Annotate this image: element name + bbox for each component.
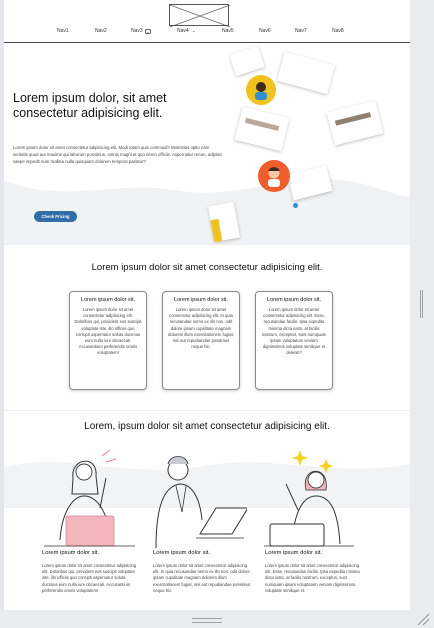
nav-item-8[interactable]: Nav8: [332, 28, 344, 34]
pricing-card[interactable]: Lorem ipsum dolor sit. Lorem ipsum dolor…: [255, 291, 333, 390]
nav-item-1[interactable]: Nav1: [57, 28, 69, 34]
card-body: Lorem ipsum dolor sit amet consectetur a…: [261, 307, 327, 356]
nav-label: Nav6: [259, 28, 271, 34]
chevron-down-icon[interactable]: ⌄: [144, 28, 151, 34]
card-title: Lorem ipsum dolor sit.: [173, 297, 229, 303]
dot-decoration: [293, 203, 298, 208]
vertical-resize-handle[interactable]: [420, 290, 423, 318]
nav-item-4[interactable]: Nav4 ⌄: [177, 28, 197, 34]
feature-body: Lorem ipsum dolor sit amet consectetur a…: [265, 563, 360, 593]
illustration-tile: [277, 51, 335, 95]
nav-label: Nav2: [95, 28, 107, 34]
feature-title: Lorem ipsum dolor sit.: [42, 550, 100, 556]
nav-divider: [4, 42, 410, 43]
user-avatar-icon: [246, 75, 276, 105]
card-title: Lorem ipsum dolor sit.: [266, 297, 322, 303]
left-gutter: [0, 0, 4, 610]
woman-laptop-illustration-icon: [44, 450, 135, 547]
nav-item-5[interactable]: Nav5: [222, 28, 234, 34]
illustration-tile: [229, 45, 265, 77]
nav-item-2[interactable]: Nav2: [95, 28, 107, 34]
check-pricing-button[interactable]: Check Pricing: [34, 211, 77, 222]
feature-title: Lorem ipsum dolor sit.: [265, 550, 323, 556]
pricing-card[interactable]: Lorem ipsum dolor sit. Lorem ipsum dolor…: [69, 291, 147, 390]
user-avatar-icon: [258, 160, 290, 192]
nav-label: Nav8: [332, 28, 344, 34]
page-frame: Nav1 Nav2 Nav3 ⌄ Nav4 ⌄ Nav5 Nav6 Nav7 Nav…: [0, 0, 410, 610]
feature-body: Lorem ipsum dolor sit amet consectetur a…: [42, 563, 137, 593]
card-body: Lorem ipsum dolor sit amet consectetur a…: [168, 307, 234, 350]
nav-label: Nav1: [57, 28, 69, 34]
hero-title: Lorem ipsum dolor, sit amet consectetur …: [13, 91, 167, 120]
man-laptop-illustration-icon: [155, 456, 247, 549]
card-illustration-icon: [326, 100, 384, 146]
nav-item-7[interactable]: Nav7: [295, 28, 307, 34]
feature-title: Lorem ipsum dolor sit.: [153, 550, 211, 556]
section-divider: [4, 244, 410, 245]
hero-body: Lorem ipsum dolor sit amet consectetur a…: [13, 145, 223, 164]
nav-item-6[interactable]: Nav6: [259, 28, 271, 34]
main-nav: Nav1 Nav2 Nav3 ⌄ Nav4 ⌄ Nav5 Nav6 Nav7 Nav…: [40, 28, 380, 38]
nav-label: Nav7: [295, 28, 307, 34]
section3-title: Lorem, ipsum dolor sit amet consectetur …: [84, 421, 330, 432]
pricing-card[interactable]: Lorem ipsum dolor sit. Lorem ipsum dolor…: [162, 291, 240, 390]
nav-label: Nav3: [131, 28, 143, 34]
nav-item-3[interactable]: Nav3 ⌄: [131, 28, 151, 34]
card-body: Lorem ipsum dolor sit amet consectetur a…: [74, 307, 142, 356]
card-illustration-icon: [234, 106, 290, 152]
logo-placeholder-icon[interactable]: [169, 4, 231, 28]
card-title: Lorem ipsum dolor sit.: [80, 297, 136, 303]
section2-title: Lorem ipsum dolor sit amet consectetur a…: [91, 262, 323, 273]
nav-label: Nav4: [177, 28, 189, 34]
feature-body: Lorem ipsum dolor sit amet consectetur a…: [153, 563, 251, 593]
nav-label: Nav5: [222, 28, 234, 34]
section-divider: [4, 410, 410, 411]
woman-celebrating-illustration-icon: [264, 450, 354, 547]
chevron-down-icon[interactable]: ⌄: [191, 28, 197, 34]
resize-grip-icon[interactable]: [416, 612, 430, 626]
hero-wave-decoration: [4, 179, 410, 245]
horizontal-resize-handle[interactable]: [192, 618, 222, 623]
